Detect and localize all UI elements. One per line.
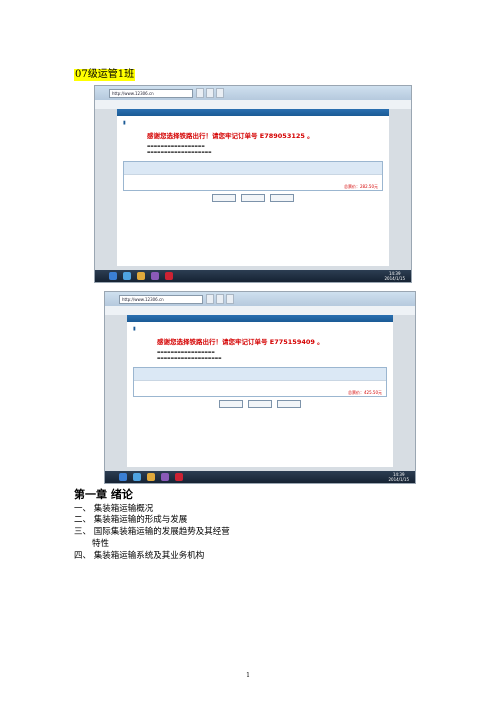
app-icon[interactable]	[165, 272, 173, 280]
total-price: 总票价：282.50元	[344, 184, 378, 189]
toc-text: 国际集装箱运输的发展趋势及其经营	[93, 527, 230, 537]
notice-text: ▬▬▬▬▬▬▬▬▬▬▬▬▬▬▬▬▬ ▬▬▬▬▬▬▬▬▬▬▬▬▬▬▬▬▬▬▬	[147, 144, 212, 154]
browser-tab[interactable]	[226, 294, 234, 304]
toc-item: 三、 国际集装箱运输的发展趋势及其经营	[74, 527, 230, 538]
browser-chrome: http://www.12306.cn	[95, 86, 411, 100]
browser-menu	[95, 100, 411, 109]
order-table: 总票价：282.50元	[123, 161, 383, 191]
action-button[interactable]	[219, 400, 243, 408]
start-icon[interactable]	[109, 272, 117, 280]
toc-item: 一、 集装箱运输概况	[74, 504, 153, 515]
table-row	[134, 380, 386, 390]
ticket-screenshot-2: http://www.12306.cn ▮ 感谢您选择铁路出行！请您牢记订单号 …	[104, 291, 416, 484]
confirmation-message: 感谢您选择铁路出行！请您牢记订单号 E789053125 。	[147, 132, 314, 140]
table-row	[124, 174, 382, 184]
ticket-screenshot-1: http://www.12306.cn ▮ 感谢您选择铁路出行！请您牢记订单号 …	[94, 85, 412, 283]
toc-num: 四、	[74, 551, 92, 561]
toc-item: 二、 集装箱运输的形成与发展	[74, 515, 187, 526]
toc-text: 集装箱运输概况	[93, 504, 154, 514]
toc-text: 集装箱运输系统及其业务机构	[93, 551, 205, 561]
site-logo: ▮	[123, 120, 126, 126]
class-heading: 07级运管1班	[74, 69, 136, 81]
site-nav-bar	[117, 109, 389, 116]
site-logo: ▮	[133, 326, 136, 332]
address-bar[interactable]: http://www.12306.cn	[119, 294, 203, 304]
taskbar: 14:39 2014/1/15	[95, 270, 411, 282]
toc-num: 一、	[74, 504, 92, 514]
site-nav-bar	[127, 315, 393, 322]
browser-tab[interactable]	[216, 88, 224, 98]
clock: 14:39 2014/1/15	[384, 271, 405, 281]
action-button[interactable]	[248, 400, 272, 408]
address-bar[interactable]: http://www.12306.cn	[109, 88, 193, 98]
action-button[interactable]	[241, 194, 265, 202]
browser-tab[interactable]	[206, 88, 214, 98]
confirmation-message: 感谢您选择铁路出行！请您牢记订单号 E775159409 。	[157, 338, 324, 346]
taskbar: 14:39 2014/1/15	[105, 471, 415, 483]
toc-text: 集装箱运输的形成与发展	[93, 515, 188, 525]
toc-item: 四、 集装箱运输系统及其业务机构	[74, 551, 204, 562]
page-number: 1	[246, 672, 250, 679]
toc-num: 三、	[74, 527, 92, 537]
media-icon[interactable]	[161, 473, 169, 481]
action-button[interactable]	[270, 194, 294, 202]
toc-num: 二、	[74, 515, 92, 525]
browser-tab[interactable]	[216, 294, 224, 304]
toc-item-continued: 特性	[92, 539, 109, 550]
web-page: ▮ 感谢您选择铁路出行！请您牢记订单号 E789053125 。 ▬▬▬▬▬▬▬…	[117, 109, 389, 266]
browser-tab[interactable]	[196, 88, 204, 98]
browser-icon[interactable]	[133, 473, 141, 481]
total-price: 总票价：425.50元	[348, 390, 382, 395]
browser-tab[interactable]	[206, 294, 214, 304]
browser-icon[interactable]	[123, 272, 131, 280]
media-icon[interactable]	[151, 272, 159, 280]
clock-date: 2014/1/15	[388, 477, 409, 482]
order-table: 总票价：425.50元	[133, 367, 387, 397]
folder-icon[interactable]	[137, 272, 145, 280]
web-page: ▮ 感谢您选择铁路出行！请您牢记订单号 E775159409 。 ▬▬▬▬▬▬▬…	[127, 315, 393, 467]
toc-text: 特性	[92, 539, 110, 549]
browser-menu	[105, 306, 415, 315]
browser-chrome: http://www.12306.cn	[105, 292, 415, 306]
notice-text: ▬▬▬▬▬▬▬▬▬▬▬▬▬▬▬▬▬ ▬▬▬▬▬▬▬▬▬▬▬▬▬▬▬▬▬▬▬	[157, 350, 222, 360]
app-icon[interactable]	[175, 473, 183, 481]
start-icon[interactable]	[119, 473, 127, 481]
action-button[interactable]	[277, 400, 301, 408]
chapter-title: 第一章 绪论	[74, 488, 133, 501]
action-button[interactable]	[212, 194, 236, 202]
clock: 14:39 2014/1/15	[388, 472, 409, 482]
folder-icon[interactable]	[147, 473, 155, 481]
clock-date: 2014/1/15	[384, 276, 405, 281]
